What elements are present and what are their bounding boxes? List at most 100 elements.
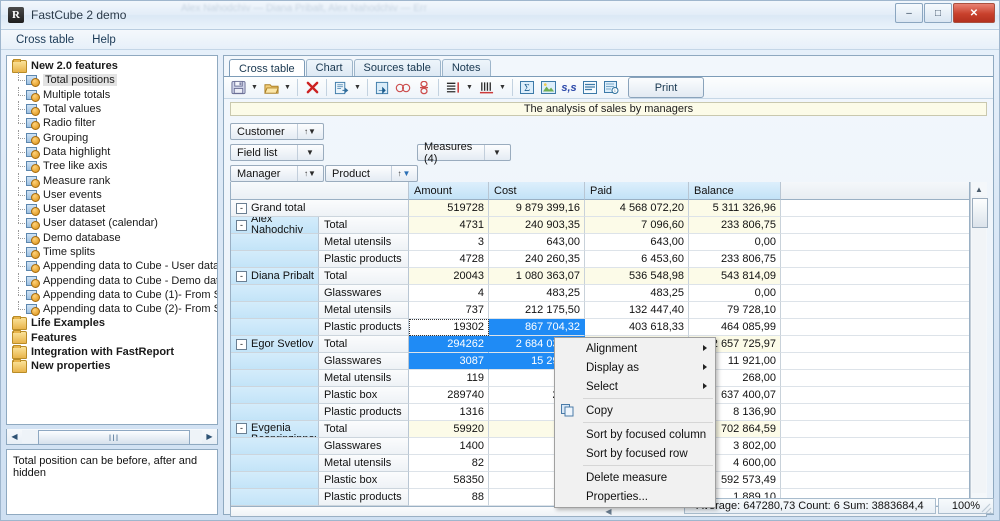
table-cell[interactable]: 20043	[409, 268, 489, 285]
row-header-product[interactable]: Total	[319, 421, 409, 438]
tree-item-appending-data-to-cube-demo-database[interactable]: Appending data to Cube - Demo database	[12, 272, 217, 288]
row-header-manager[interactable]	[231, 404, 319, 421]
row-header-manager[interactable]: - Diana Pribalt	[231, 268, 319, 285]
caption-icon[interactable]	[580, 78, 600, 98]
table-cell[interactable]: 4 568 072,20	[585, 200, 689, 217]
row-header-product[interactable]: Total	[319, 268, 409, 285]
table-row[interactable]: Glasswares 4 483,25 483,25 0,00	[231, 285, 969, 302]
table-cell[interactable]: 240 260,35	[489, 251, 585, 268]
table-cell[interactable]: 9 879 399,16	[489, 200, 585, 217]
row-header-product[interactable]: Metal utensils	[319, 234, 409, 251]
row-header-manager[interactable]: - Grand total	[231, 200, 409, 217]
format-icon[interactable]: s,s	[559, 78, 579, 98]
table-cell[interactable]: 867 704,32	[489, 319, 585, 336]
row-header-product[interactable]: Plastic products	[319, 404, 409, 421]
filter-icon[interactable]	[414, 78, 434, 98]
measure-header-amount[interactable]: Amount	[409, 182, 489, 200]
table-cell[interactable]: 19302	[409, 319, 489, 336]
table-cell[interactable]: 212 175,50	[489, 302, 585, 319]
table-cell[interactable]: 643,00	[489, 234, 585, 251]
sort-and-dropdown-icon[interactable]: ↑▼	[297, 124, 322, 139]
row-header-product[interactable]: Plastic box	[319, 387, 409, 404]
open-dropdown-caret[interactable]: ▼	[282, 78, 293, 98]
vscroll-track[interactable]	[972, 196, 988, 493]
table-cell[interactable]: 240 903,35	[489, 217, 585, 234]
table-cell[interactable]: 0,00	[689, 234, 781, 251]
table-cell[interactable]: 1400	[409, 438, 489, 455]
table-cell[interactable]: 483,25	[585, 285, 689, 302]
table-cell[interactable]: 79 728,10	[689, 302, 781, 319]
product-filter-icon[interactable]: ↑ ▼	[391, 166, 416, 181]
tree-horizontal-scrollbar[interactable]: ◀ III ▶	[6, 429, 218, 445]
tree-item-appending-data-to-cube-user-dataset[interactable]: Appending data to Cube - User dataset	[12, 258, 217, 274]
examples-tree[interactable]: New 2.0 features Total positions Multiple …	[6, 55, 218, 425]
tree-item-measure-rank[interactable]: Measure rank	[12, 172, 217, 188]
tree-item-user-dataset[interactable]: User dataset	[12, 201, 217, 217]
measure-header-cost[interactable]: Cost	[489, 182, 585, 200]
menu-item-help[interactable]: Help	[83, 32, 125, 48]
image-icon[interactable]	[538, 78, 558, 98]
open-icon[interactable]	[261, 78, 281, 98]
context-menu-item-sort-by-focused-row[interactable]: Sort by focused row	[555, 444, 715, 463]
measures-dropdown-icon[interactable]: ▼	[484, 145, 509, 160]
table-cell[interactable]: 6 453,60	[585, 251, 689, 268]
save-dropdown-caret[interactable]: ▼	[249, 78, 260, 98]
tree-scroll-track[interactable]: III	[22, 430, 202, 445]
table-cell[interactable]: 7 096,60	[585, 217, 689, 234]
filter-zone-customer[interactable]: Customer ↑▼	[230, 123, 324, 140]
table-cell[interactable]: 289740	[409, 387, 489, 404]
row-header-manager[interactable]	[231, 234, 319, 251]
tree-item-user-events[interactable]: User events	[12, 186, 217, 202]
tree-item-appending-data-to-cube-1-from-save[interactable]: Appending data to Cube (1)- From Save	[12, 286, 217, 302]
cell-context-menu[interactable]: Alignment Display as Select Copy Sort by foc…	[554, 337, 716, 508]
tree-item-time-splits[interactable]: Time splits	[12, 244, 217, 259]
scroll-up-icon[interactable]: ▲	[972, 182, 986, 196]
tree-item-data-highlight[interactable]: Data highlight	[12, 143, 217, 159]
table-row[interactable]: - Grand total 519728 9 879 399,16 4 568 072,…	[231, 200, 969, 217]
tree-item-appending-data-to-cube-2-from-save[interactable]: Appending data to Cube (2)- From Save	[12, 301, 217, 317]
context-menu-item-delete-measure[interactable]: Delete measure	[555, 468, 715, 487]
row-header-product[interactable]: Plastic products	[319, 251, 409, 268]
row-header-product[interactable]: Total	[319, 217, 409, 234]
table-cell[interactable]: 519728	[409, 200, 489, 217]
tree-item-demo-database[interactable]: Demo database	[12, 229, 217, 245]
table-cell[interactable]: 82	[409, 455, 489, 472]
table-cell[interactable]: 233 806,75	[689, 251, 781, 268]
collapse-expander-icon[interactable]: -	[236, 202, 247, 214]
rows-icon[interactable]	[443, 78, 463, 98]
table-cell[interactable]: 737	[409, 302, 489, 319]
tab-sources-table[interactable]: Sources table	[353, 59, 441, 76]
row-header-product[interactable]: Glasswares	[319, 285, 409, 302]
row-header-product[interactable]: Plastic box	[319, 472, 409, 489]
row-header-manager[interactable]	[231, 472, 319, 489]
tree-scroll-thumb[interactable]: III	[38, 430, 190, 445]
tree-item-total-positions[interactable]: Total positions	[12, 72, 217, 88]
table-row[interactable]: - Diana Pribalt Total 20043 1 080 363,07 536 …	[231, 268, 969, 285]
table-cell[interactable]: 3	[409, 234, 489, 251]
columns-icon[interactable]	[476, 78, 496, 98]
collapse-expander-icon[interactable]: -	[236, 270, 247, 282]
tree-group-features[interactable]: Features	[12, 330, 217, 345]
table-row[interactable]: Metal utensils 3 643,00 643,00 0,00	[231, 234, 969, 251]
refresh-icon[interactable]	[372, 78, 392, 98]
field-list-dropdown-icon[interactable]: ▼	[297, 145, 322, 160]
maximize-button[interactable]: □	[924, 3, 952, 23]
tree-item-tree-like-axis[interactable]: Tree like axis	[12, 158, 217, 174]
table-cell[interactable]: 643,00	[585, 234, 689, 251]
context-menu-item-properties[interactable]: Properties...	[555, 487, 715, 506]
table-cell[interactable]: 1 080 363,07	[489, 268, 585, 285]
table-row[interactable]: Metal utensils 737 212 175,50 132 447,40 79 …	[231, 302, 969, 319]
table-cell[interactable]: 483,25	[489, 285, 585, 302]
row-header-product[interactable]: Metal utensils	[319, 455, 409, 472]
row-header-manager[interactable]	[231, 302, 319, 319]
measures-button[interactable]: Measures (4) ▼	[417, 141, 511, 165]
table-cell[interactable]: 294262	[409, 336, 489, 353]
print-button[interactable]: Print	[628, 77, 704, 98]
table-cell[interactable]: 132 447,40	[585, 302, 689, 319]
row-header-manager[interactable]: - Alex Nahodchiv	[231, 217, 319, 234]
row-header-manager[interactable]	[231, 251, 319, 268]
context-menu-item-copy[interactable]: Copy	[555, 401, 715, 420]
row-header-manager[interactable]	[231, 370, 319, 387]
scroll-right-icon[interactable]: ▶	[202, 430, 217, 443]
table-cell[interactable]: 464 085,99	[689, 319, 781, 336]
